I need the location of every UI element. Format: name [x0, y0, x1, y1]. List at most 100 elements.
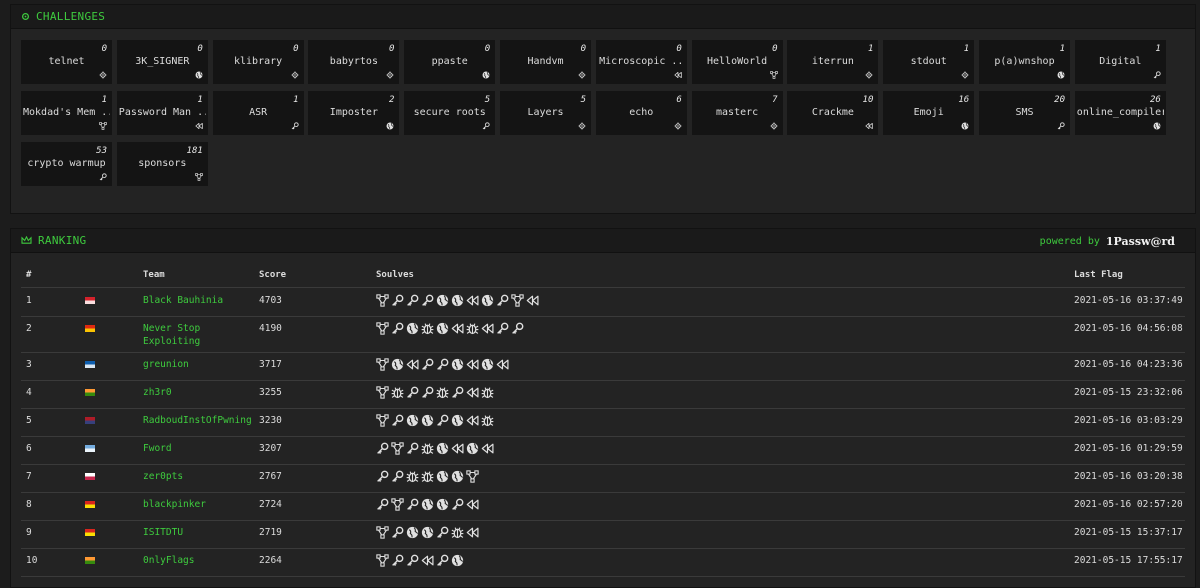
- sponsor-logo[interactable]: 1Passw@rd: [1106, 235, 1175, 248]
- last-flag-time: 2021-05-16 02:57:20: [1074, 499, 1183, 510]
- challenge-solve-count: 1: [293, 95, 299, 105]
- last-flag-time: 2021-05-16 04:56:08: [1074, 323, 1183, 334]
- bug-icon: [481, 415, 494, 427]
- key-icon: [407, 442, 419, 454]
- challenge-name: stdout: [910, 56, 947, 67]
- challenge-name: Microscopic ..: [599, 56, 684, 67]
- solved-challenges: [376, 442, 494, 455]
- challenge-solve-count: 53: [96, 146, 107, 156]
- country-flag-icon: [85, 361, 95, 368]
- team-name-link[interactable]: zer0pts: [143, 470, 258, 483]
- key-icon: [452, 386, 464, 398]
- team-name-link[interactable]: Never Stop Exploiting: [143, 322, 258, 348]
- solved-challenges: [376, 470, 479, 483]
- globe-icon: [195, 71, 203, 79]
- challenge-card[interactable]: 10 Crackme: [787, 91, 879, 135]
- gear-icon: [99, 71, 107, 79]
- challenge-solve-count: 10: [862, 95, 874, 105]
- challenge-card[interactable]: 0 babyrtos: [308, 40, 400, 84]
- challenge-solve-count: 0: [101, 44, 107, 54]
- team-name-link[interactable]: 0nlyFlags: [143, 554, 258, 567]
- challenge-card[interactable]: 1 stdout: [883, 40, 975, 84]
- challenge-card[interactable]: 1 iterrun: [787, 40, 879, 84]
- bug-icon: [421, 323, 434, 335]
- crown-icon: [21, 236, 32, 244]
- country-flag-icon: [85, 445, 95, 452]
- globe-icon: [406, 322, 419, 335]
- challenge-card[interactable]: 0 ppaste: [404, 40, 496, 84]
- key-icon: [407, 294, 419, 306]
- challenge-name: ASR: [249, 107, 268, 118]
- challenge-card[interactable]: 1 Mokdad's Mem ..: [21, 91, 112, 135]
- last-flag-time: 2021-05-15 17:55:17: [1074, 555, 1183, 566]
- challenge-card[interactable]: 26 online_compiler: [1074, 91, 1166, 135]
- challenge-solve-count: 26: [1149, 95, 1161, 105]
- challenge-solve-count: 5: [484, 95, 491, 105]
- challenge-card[interactable]: 1 p(a)wnshop: [979, 40, 1070, 84]
- challenge-card[interactable]: 0 HelloWorld: [691, 40, 783, 84]
- challenge-card[interactable]: 0 klibrary: [212, 40, 304, 84]
- gear-icon: [21, 12, 30, 21]
- bug-icon: [466, 323, 479, 335]
- key-icon: [377, 470, 389, 482]
- team-name-link[interactable]: Fword: [143, 442, 258, 455]
- challenge-name: Crackme: [811, 107, 854, 118]
- rewind-icon: [481, 323, 494, 334]
- team-name-link[interactable]: RadboudInstOfPwning: [143, 414, 258, 427]
- challenge-name: Password Man ..: [118, 107, 206, 118]
- challenge-card[interactable]: 0 Microscopic ..: [595, 40, 687, 84]
- team-name-link[interactable]: zh3r0: [143, 386, 258, 399]
- challenge-card[interactable]: 20 SMS: [979, 91, 1070, 135]
- challenge-card[interactable]: 0 Handvm: [500, 40, 591, 84]
- network-icon: [376, 414, 389, 427]
- team-name-link[interactable]: blackpinker: [143, 498, 258, 511]
- team-name-link[interactable]: greunion: [143, 358, 258, 371]
- network-icon: [391, 498, 404, 511]
- challenge-name: Mokdad's Mem ..: [23, 107, 110, 118]
- network-icon: [769, 71, 778, 79]
- challenge-name: Handvm: [527, 56, 564, 67]
- gear-icon: [291, 71, 299, 79]
- challenge-card[interactable]: 5 secure roots: [404, 91, 496, 135]
- challenge-name: babyrtos: [329, 56, 378, 67]
- challenge-card[interactable]: 1 Password Man ..: [116, 91, 208, 135]
- challenge-solve-count: 1: [867, 44, 874, 54]
- globe-icon: [391, 358, 404, 371]
- last-flag-time: 2021-05-16 03:20:38: [1074, 471, 1183, 482]
- key-icon: [392, 414, 404, 426]
- challenge-card[interactable]: 181 sponsors: [116, 142, 208, 186]
- challenge-name: p(a)wnshop: [994, 56, 1055, 67]
- challenge-card[interactable]: 0 3K_SIGNER: [116, 40, 208, 84]
- key-icon: [437, 526, 449, 538]
- challenge-card[interactable]: 7 masterc: [691, 91, 783, 135]
- globe-icon: [451, 554, 464, 567]
- challenge-card[interactable]: 53 crypto warmup: [21, 142, 112, 186]
- rewind-icon: [451, 323, 464, 334]
- key-icon: [392, 526, 404, 538]
- challenge-card[interactable]: 5 Layers: [500, 91, 591, 135]
- rank-number: 6: [26, 443, 32, 454]
- last-flag-time: 2021-05-15 15:37:17: [1074, 527, 1183, 538]
- key-icon: [422, 294, 434, 306]
- team-score: 2767: [259, 471, 282, 482]
- globe-icon: [481, 358, 494, 371]
- key-icon: [407, 386, 419, 398]
- challenge-card[interactable]: 1 Digital: [1074, 40, 1166, 84]
- team-name-link[interactable]: ISITDTU: [143, 526, 258, 539]
- challenge-card[interactable]: 0 telnet: [21, 40, 112, 84]
- network-icon: [376, 386, 389, 399]
- challenge-card[interactable]: 2 Imposter: [308, 91, 400, 135]
- rank-number: 9: [26, 527, 32, 538]
- country-flag-icon: [85, 389, 95, 396]
- challenge-card[interactable]: 6 echo: [595, 91, 687, 135]
- key-icon: [422, 358, 434, 370]
- powered-by: powered by 1Passw@rd: [1040, 235, 1175, 248]
- key-icon: [422, 386, 434, 398]
- key-icon: [392, 322, 404, 334]
- challenge-card[interactable]: 1 ASR: [212, 91, 304, 135]
- challenge-card[interactable]: 16 Emoji: [883, 91, 975, 135]
- country-flag-icon: [85, 501, 95, 508]
- challenge-name: SMS: [1015, 107, 1034, 118]
- challenge-solve-count: 0: [580, 44, 586, 54]
- team-name-link[interactable]: Black Bauhinia: [143, 294, 258, 307]
